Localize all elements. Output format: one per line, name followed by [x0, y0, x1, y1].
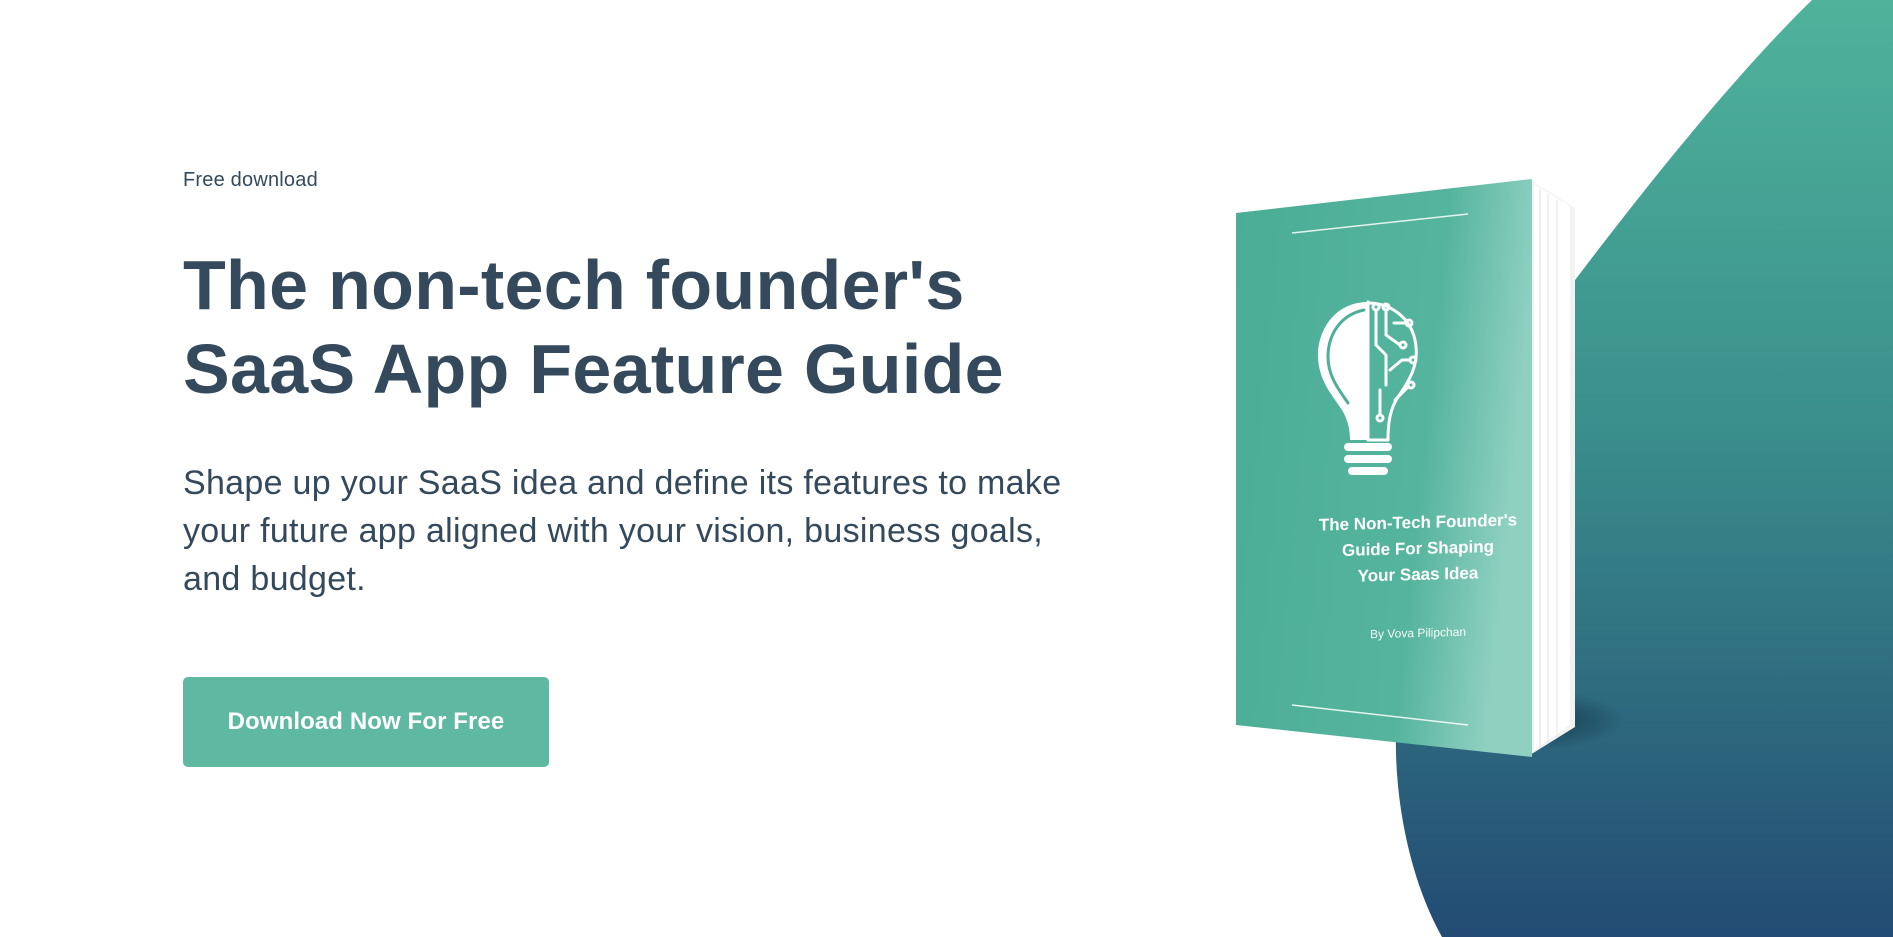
- ebook-cover: The Non-Tech Founder's Guide For Shaping…: [1230, 175, 1625, 765]
- book-graphic: [1236, 179, 1625, 757]
- page-title: The non-tech founder's SaaS App Feature …: [183, 246, 1004, 408]
- hero-description: Shape up your SaaS idea and define its f…: [183, 464, 1062, 598]
- download-button[interactable]: Download Now For Free: [183, 677, 549, 767]
- book-cover-text: The Non-Tech Founder's Guide For Shaping…: [1278, 506, 1558, 643]
- eyebrow-label: Free download: [183, 169, 318, 191]
- book-title: The Non-Tech Founder's Guide For Shaping…: [1318, 510, 1518, 586]
